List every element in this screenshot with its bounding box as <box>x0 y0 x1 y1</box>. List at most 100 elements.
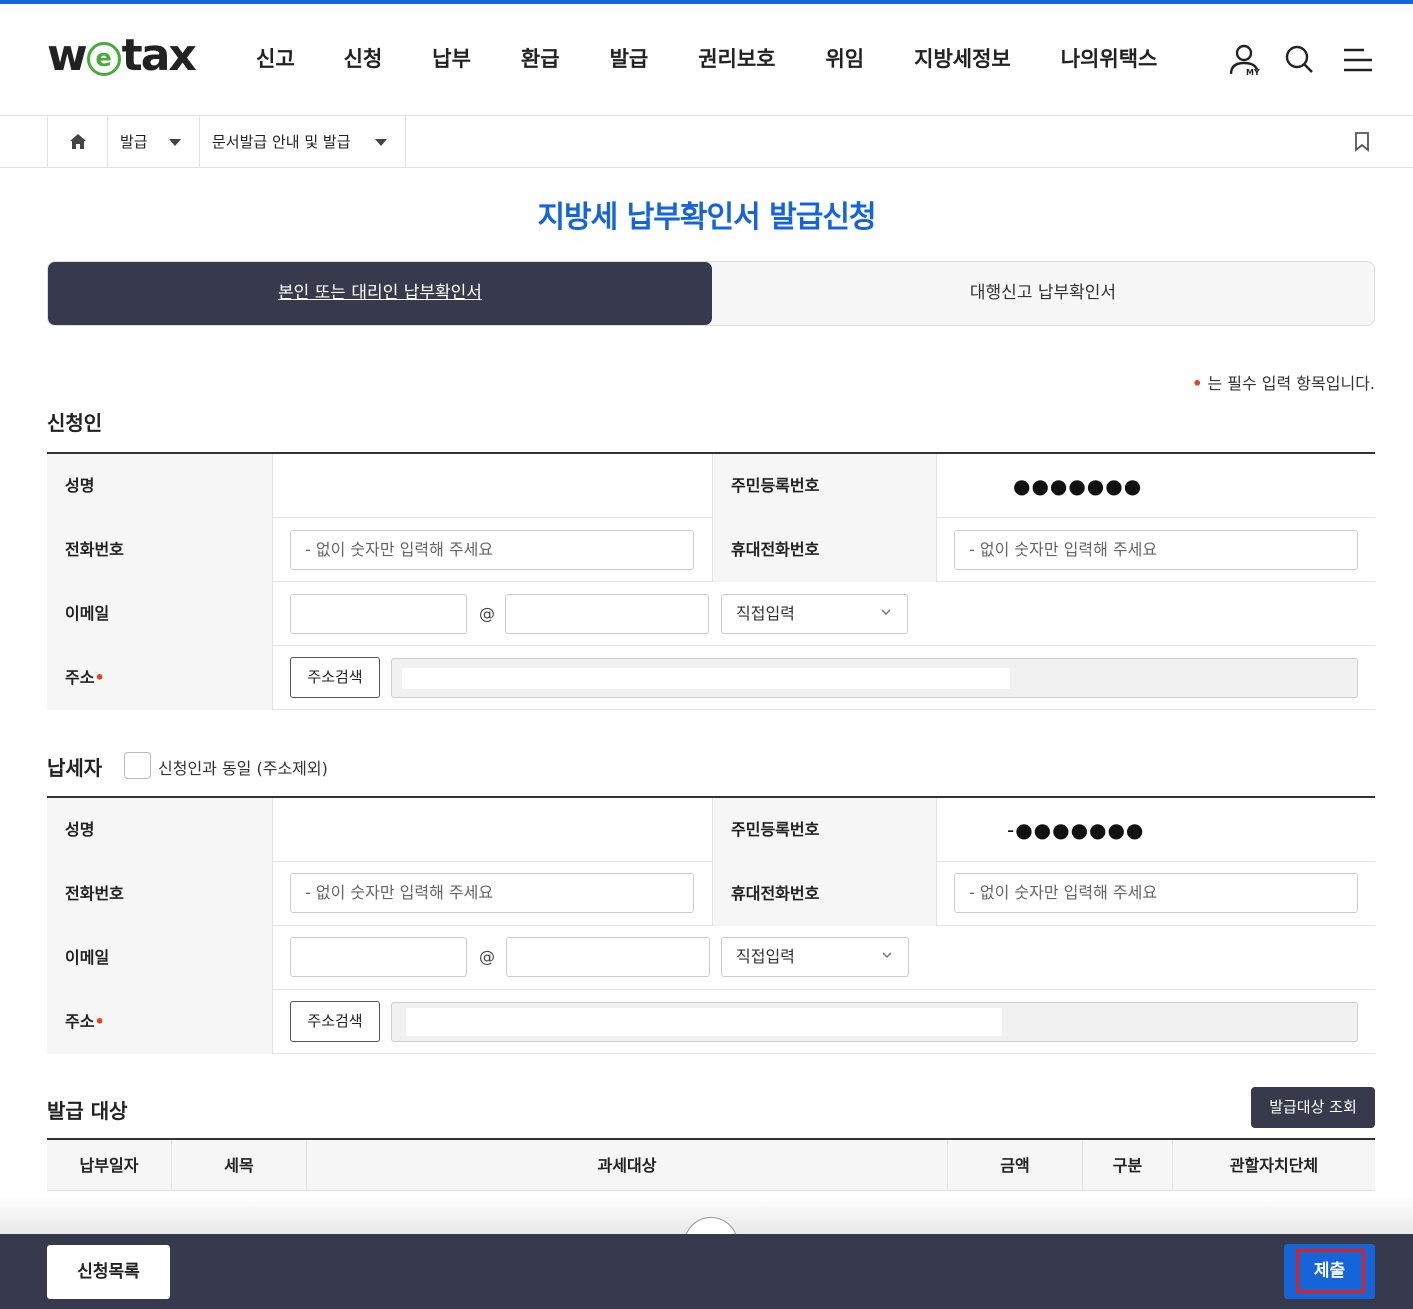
nav-item-local-tax-info[interactable]: 지방세정보 <box>914 44 1011 80</box>
required-dot: • <box>1192 374 1203 393</box>
svg-text:MY: MY <box>1246 68 1260 77</box>
taxpayer-address-label: 주소• <box>47 990 273 1054</box>
breadcrumb-level1-label: 발급 <box>120 133 148 151</box>
taxpayer-address-field[interactable] <box>391 1002 1358 1042</box>
applicant-email-label: 이메일 <box>47 582 273 646</box>
applicant-phone-input[interactable]: - 없이 숫자만 입력해 주세요 <box>290 530 694 570</box>
application-list-button[interactable]: 신청목록 <box>47 1245 170 1299</box>
applicant-row-phone: 전화번호 - 없이 숫자만 입력해 주세요 휴대전화번호 - 없이 숫자만 입력… <box>47 518 1375 582</box>
taxpayer-phone-label: 전화번호 <box>47 862 273 926</box>
required-dot: • <box>94 668 105 687</box>
applicant-email-id-input[interactable] <box>290 594 467 634</box>
site-header: w e tax 신고 신청 납부 환급 발급 권리보호 위임 지방세정보 나의위택스… <box>0 4 1413 116</box>
applicant-address-value <box>402 668 1010 689</box>
search-icon[interactable] <box>1282 42 1318 78</box>
col-payment-date: 납부일자 <box>47 1140 172 1191</box>
highlight-box <box>1296 1249 1365 1293</box>
issue-target-title: 발급 대상 <box>47 1099 128 1123</box>
bookmark-icon[interactable] <box>1353 131 1371 153</box>
taxpayer-row-name: 성명 주민등록번호 -●●●●●●● <box>47 798 1375 862</box>
taxpayer-address-value <box>406 1008 1002 1036</box>
breadcrumb-level2-label: 문서발급 안내 및 발급 <box>212 133 351 151</box>
logo-e-mark: e <box>86 42 121 76</box>
applicant-email-domain-input[interactable] <box>505 594 709 634</box>
taxpayer-email-domain-select[interactable]: 직접입력 <box>721 937 909 977</box>
applicant-rrn-value: ●●●●●●● <box>1013 474 1143 498</box>
col-taxable-object: 과세대상 <box>307 1140 948 1191</box>
required-note: • 는 필수 입력 항목입니다. <box>1192 370 1375 394</box>
nav-item-report[interactable]: 신고 <box>256 44 295 80</box>
submit-button[interactable]: 제출 <box>1284 1244 1375 1299</box>
applicant-rrn-label: 주민등록번호 <box>712 454 937 518</box>
applicant-mobile-label: 휴대전화번호 <box>712 518 937 582</box>
chevron-down-icon <box>882 952 892 959</box>
issue-target-lookup-button[interactable]: 발급대상 조회 <box>1251 1087 1375 1128</box>
main-nav: 신고 신청 납부 환급 발급 권리보호 위임 지방세정보 나의위택스 <box>256 44 1207 80</box>
applicant-address-field[interactable] <box>391 658 1358 698</box>
breadcrumb-home[interactable] <box>47 117 108 167</box>
logo-text-tax: tax <box>121 30 197 81</box>
taxpayer-row-phone: 전화번호 - 없이 숫자만 입력해 주세요 휴대전화번호 - 없이 숫자만 입력… <box>47 862 1375 926</box>
taxpayer-email-domain-input[interactable] <box>506 937 710 977</box>
taxpayer-name-label: 성명 <box>47 798 273 862</box>
taxpayer-row-address: 주소• 주소검색 <box>47 990 1375 1054</box>
col-category: 구분 <box>1083 1140 1173 1191</box>
taxpayer-phone-input[interactable]: - 없이 숫자만 입력해 주세요 <box>290 873 694 913</box>
same-as-applicant-label[interactable]: 신청인과 동일 (주소제외) <box>158 755 328 779</box>
taxpayer-address-search-button[interactable]: 주소검색 <box>290 1001 380 1042</box>
nav-item-delegate[interactable]: 위임 <box>825 44 864 80</box>
action-bar: 신청목록 제출 <box>0 1234 1413 1309</box>
tab-self-or-agent[interactable]: 본인 또는 대리인 납부확인서 <box>48 262 712 325</box>
breadcrumb-level1[interactable]: 발급 <box>108 117 200 167</box>
logo-text-w: w <box>47 30 88 81</box>
caret-down-icon <box>169 139 181 146</box>
taxpayer-section-title: 납세자 <box>47 756 103 780</box>
applicant-email-domain-select[interactable]: 직접입력 <box>721 594 908 634</box>
col-tax-item: 세목 <box>172 1140 307 1191</box>
nav-item-pay[interactable]: 납부 <box>432 44 471 80</box>
nav-item-rights[interactable]: 권리보호 <box>698 44 775 80</box>
taxpayer-rrn-label: 주민등록번호 <box>712 798 937 862</box>
certificate-type-tabs: 본인 또는 대리인 납부확인서 대행신고 납부확인서 <box>47 261 1375 326</box>
taxpayer-address-label-text: 주소 <box>65 1012 95 1031</box>
taxpayer-mobile-input[interactable]: - 없이 숫자만 입력해 주세요 <box>954 873 1358 913</box>
taxpayer-email-at: @ <box>479 947 495 966</box>
applicant-section-title: 신청인 <box>47 411 103 435</box>
applicant-row-email: 이메일 @ 직접입력 <box>47 582 1375 646</box>
taxpayer-email-id-input[interactable] <box>290 937 467 977</box>
nav-item-my-wetax[interactable]: 나의위택스 <box>1061 44 1158 80</box>
applicant-address-search-button[interactable]: 주소검색 <box>290 657 380 698</box>
applicant-name-label: 성명 <box>47 454 273 518</box>
applicant-mobile-input[interactable]: - 없이 숫자만 입력해 주세요 <box>954 530 1358 570</box>
caret-down-icon <box>375 139 387 146</box>
nav-item-issue[interactable]: 발급 <box>610 44 649 80</box>
wetax-logo[interactable]: w e tax <box>47 34 207 82</box>
applicant-row-name: 성명 주민등록번호 ●●●●●●● <box>47 454 1375 518</box>
taxpayer-mobile-label: 휴대전화번호 <box>712 862 937 926</box>
required-dot: • <box>94 1012 105 1031</box>
applicant-email-at: @ <box>479 604 495 623</box>
tab-proxy-report[interactable]: 대행신고 납부확인서 <box>712 262 1374 325</box>
nav-item-apply[interactable]: 신청 <box>344 44 383 80</box>
issue-target-table-header: 납부일자 세목 과세대상 금액 구분 관할자치단체 <box>47 1138 1375 1191</box>
menu-icon[interactable] <box>1340 42 1376 78</box>
col-amount: 금액 <box>948 1140 1083 1191</box>
my-icon[interactable]: MY <box>1227 42 1263 78</box>
applicant-email-select-value: 직접입력 <box>736 604 795 623</box>
taxpayer-rrn-value: -●●●●●●● <box>1007 818 1145 842</box>
same-as-applicant-checkbox[interactable] <box>124 752 151 779</box>
taxpayer-form: 성명 주민등록번호 -●●●●●●● 전화번호 - 없이 숫자만 입력해 주세요… <box>47 796 1375 1054</box>
applicant-row-address: 주소• 주소검색 <box>47 646 1375 710</box>
required-note-text: 는 필수 입력 항목입니다. <box>1207 374 1375 393</box>
applicant-form: 성명 주민등록번호 ●●●●●●● 전화번호 - 없이 숫자만 입력해 주세요 … <box>47 452 1375 710</box>
chevron-down-icon <box>881 609 891 616</box>
nav-item-refund[interactable]: 환급 <box>521 44 560 80</box>
col-jurisdiction: 관할자치단체 <box>1229 1156 1319 1175</box>
breadcrumb: 발급 문서발급 안내 및 발급 <box>0 117 1413 168</box>
breadcrumb-level2[interactable]: 문서발급 안내 및 발급 <box>200 117 406 167</box>
applicant-address-label: 주소• <box>47 646 273 710</box>
applicant-address-label-text: 주소 <box>65 668 95 687</box>
taxpayer-email-label: 이메일 <box>47 926 273 990</box>
taxpayer-row-email: 이메일 @ 직접입력 <box>47 926 1375 990</box>
applicant-phone-label: 전화번호 <box>47 518 273 582</box>
